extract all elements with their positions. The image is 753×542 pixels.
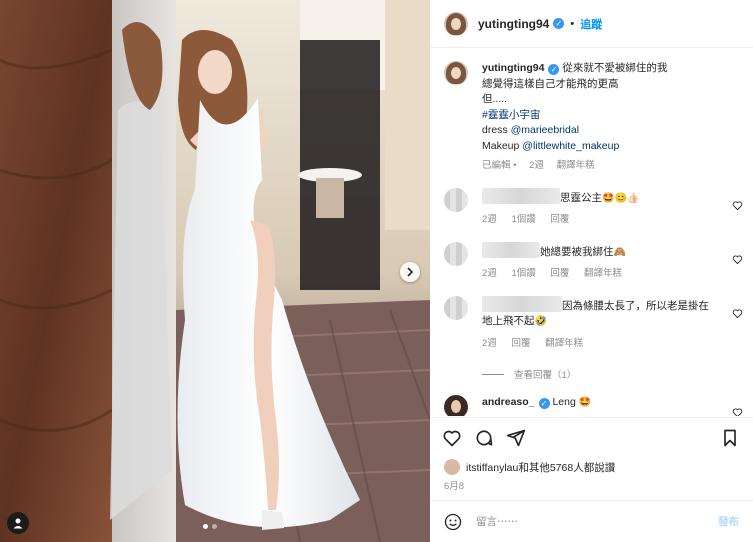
comment-avatar[interactable] xyxy=(444,295,468,320)
caption-username[interactable]: yutingting94 xyxy=(482,62,544,74)
reply-button[interactable]: 回覆 xyxy=(550,268,569,279)
comment-item: andreaso_ ✓ Leng 🤩 xyxy=(430,395,753,416)
comment-avatar[interactable] xyxy=(444,395,468,416)
edited-label: 已編輯 • 2週 xyxy=(482,160,544,171)
verified-icon: ✓ xyxy=(538,398,550,409)
comment-composer: 發布 xyxy=(430,500,753,542)
carousel-indicator xyxy=(203,524,217,529)
post-username[interactable]: yutingting94 xyxy=(478,17,549,31)
comment-text: 因為條腰太長了，所以老是掛在 xyxy=(562,299,709,312)
next-photo-button[interactable] xyxy=(400,262,420,282)
post-caption: yutingting94 ✓ 從來就不愛被綁住的我 總覺得這樣自己才能飛的更高 但… xyxy=(430,49,753,174)
translate-button[interactable]: 翻譯年糕 xyxy=(584,268,622,279)
hashtag-link[interactable]: #霆霆小宇宙 xyxy=(482,108,667,124)
comment-text: 地上飛不起 xyxy=(482,315,535,327)
comment-text: Leng xyxy=(552,396,576,408)
comment-item: 因為條腰太長了，所以老是掛在 地上飛不起🤣 2週 回覆 翻譯年糕 xyxy=(430,295,753,352)
tagged-users-button[interactable] xyxy=(7,512,29,534)
comment-time: 2週 xyxy=(482,337,497,349)
comment-emoji: 🙈 xyxy=(613,246,626,258)
bookmark-icon[interactable] xyxy=(720,428,740,448)
comment-emoji: 🤣 xyxy=(534,316,547,327)
verified-icon: ✓ xyxy=(548,64,560,75)
carousel-dot-active xyxy=(203,524,208,529)
translate-button[interactable]: 翻譯年糕 xyxy=(557,160,595,171)
comment-avatar[interactable] xyxy=(444,241,468,266)
blurred-username[interactable] xyxy=(482,241,540,258)
likes-text[interactable]: itstiffanylau和其他5768人都說讚 xyxy=(466,460,615,475)
reply-button[interactable]: 回覆 xyxy=(550,214,569,225)
comment-avatar[interactable] xyxy=(444,187,468,212)
caption-avatar[interactable] xyxy=(444,61,468,85)
chevron-right-icon xyxy=(407,267,414,277)
heart-icon[interactable] xyxy=(442,428,462,448)
post-photo xyxy=(0,0,430,542)
liker-avatar[interactable] xyxy=(444,459,460,475)
post-comment-button[interactable]: 發布 xyxy=(718,514,739,529)
action-bar xyxy=(430,417,753,457)
comment-item: 思霆公主🤩😊👍🏻 2週 1個讚 回覆 xyxy=(430,187,753,228)
heart-icon[interactable] xyxy=(732,254,743,265)
comment-likes[interactable]: 1個讚 xyxy=(511,214,535,225)
follow-button[interactable]: 追蹤 xyxy=(580,16,602,32)
heart-icon[interactable] xyxy=(732,308,743,319)
comment-likes[interactable]: 1個讚 xyxy=(511,268,535,279)
photo-scene xyxy=(0,0,430,542)
reply-button[interactable]: 回覆 xyxy=(511,338,530,349)
heart-icon[interactable] xyxy=(732,407,743,416)
comment-time: 2週 xyxy=(482,214,497,225)
separator-dot: • xyxy=(570,17,575,30)
view-replies-label[interactable]: 查看回覆（1） xyxy=(514,367,576,381)
comment-icon[interactable] xyxy=(474,428,494,448)
avatar[interactable] xyxy=(444,11,468,36)
user-tag-icon xyxy=(13,518,23,529)
blurred-username[interactable] xyxy=(482,295,562,312)
makeup-label: Makeup xyxy=(482,139,523,152)
comment-item: 她總要被我綁住🙈 2週 1個讚 回覆 翻譯年糕 xyxy=(430,241,753,282)
dress-mention-link[interactable]: @marieebridal xyxy=(511,124,579,136)
likes-summary[interactable]: itstiffanylau和其他5768人都說讚 xyxy=(444,459,615,475)
caption-line: 但..... xyxy=(482,93,508,105)
view-replies-button[interactable]: 查看回覆（1） xyxy=(430,367,753,381)
verified-icon: ✓ xyxy=(553,18,565,29)
comment-input[interactable] xyxy=(476,515,696,528)
comment-text: 思霆公主 xyxy=(560,191,602,204)
makeup-mention-link[interactable]: @littlewhite_makeup xyxy=(522,140,619,152)
dress-label: dress xyxy=(482,124,511,136)
translate-button[interactable]: 翻譯年糕 xyxy=(545,338,583,349)
caption-line: 總覺得這樣自己才能飛的更高 xyxy=(482,77,619,90)
comment-text: 她總要被我綁住 xyxy=(540,245,614,258)
replies-divider xyxy=(482,373,504,375)
post-header: yutingting94 ✓ • 追蹤 xyxy=(430,0,753,48)
comment-emoji: 🤩 xyxy=(578,397,592,408)
blurred-username[interactable] xyxy=(482,187,560,204)
comment-username[interactable]: andreaso_ xyxy=(482,396,535,408)
share-icon[interactable] xyxy=(506,428,526,448)
heart-icon[interactable] xyxy=(732,200,743,211)
post-side-panel: yutingting94 ✓ • 追蹤 yutingting94 ✓ 從來就不愛被… xyxy=(430,0,753,542)
post-date[interactable]: 6月8 xyxy=(444,478,464,492)
caption-line: 從來就不愛被綁住的我 xyxy=(562,62,668,74)
comments-area[interactable]: yutingting94 ✓ 從來就不愛被綁住的我 總覺得這樣自己才能飛的更高 但… xyxy=(430,49,753,416)
comment-time: 2週 xyxy=(482,268,497,279)
comment-emoji: 🤩😊👍🏻 xyxy=(602,192,640,204)
emoji-icon[interactable] xyxy=(444,513,462,531)
carousel-dot xyxy=(212,524,217,529)
